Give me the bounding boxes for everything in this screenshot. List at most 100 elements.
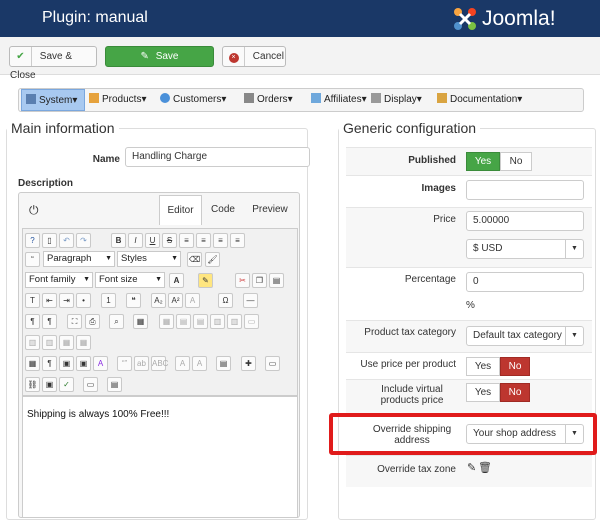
- text-color-icon[interactable]: A: [169, 273, 184, 288]
- align-center-icon[interactable]: ≡: [196, 233, 211, 248]
- table-props-icon[interactable]: ▦: [59, 335, 74, 350]
- strikethrough-icon[interactable]: S: [162, 233, 177, 248]
- tab-code[interactable]: Code: [204, 195, 242, 225]
- new-document-icon[interactable]: ▯: [42, 233, 57, 248]
- edit-icon[interactable]: ✎: [467, 461, 476, 474]
- highlight-icon[interactable]: ✎: [198, 273, 213, 288]
- menu-products[interactable]: Products▾: [89, 89, 147, 111]
- table-col-before-icon[interactable]: ▥: [210, 314, 225, 329]
- published-yes-toggle[interactable]: Yes: [466, 152, 500, 171]
- superscript-icon[interactable]: A²: [168, 293, 183, 308]
- template-icon[interactable]: ▭: [83, 377, 98, 392]
- menu-documentation[interactable]: Documentation▾: [437, 89, 522, 111]
- include-virtual-no-toggle[interactable]: No: [500, 383, 530, 402]
- link-icon[interactable]: ⛓: [25, 377, 40, 392]
- attributes-icon[interactable]: ▤: [216, 356, 231, 371]
- menu-affiliates[interactable]: Affiliates▾: [311, 89, 367, 111]
- insert-text-icon[interactable]: A: [192, 356, 207, 371]
- quote-icon[interactable]: “: [25, 252, 40, 267]
- images-input[interactable]: [466, 180, 584, 200]
- insert-layer-icon[interactable]: ✚: [241, 356, 256, 371]
- bold-icon[interactable]: B: [111, 233, 126, 248]
- show-blocks-icon[interactable]: ¶: [42, 356, 57, 371]
- currency-select[interactable]: $ USD ▼: [466, 239, 584, 259]
- align-left-icon[interactable]: ≡: [230, 233, 245, 248]
- horizontal-rule-icon[interactable]: —: [243, 293, 258, 308]
- menu-display[interactable]: Display▾: [371, 89, 422, 111]
- hikashop-menu: System▾ Products▾ Customers▾ Orders▾ Aff…: [18, 88, 584, 112]
- image-icon[interactable]: ▣: [59, 356, 74, 371]
- bullet-list-icon[interactable]: •: [76, 293, 91, 308]
- wrench-icon: [26, 94, 36, 104]
- menu-customers[interactable]: Customers▾: [160, 89, 226, 111]
- indent-icon[interactable]: ⇥: [59, 293, 74, 308]
- table-split-icon[interactable]: ▥: [25, 335, 40, 350]
- published-no-toggle[interactable]: No: [500, 152, 532, 171]
- include-virtual-yes-toggle[interactable]: Yes: [466, 383, 500, 402]
- print-icon[interactable]: ⎙: [85, 314, 100, 329]
- styles-select[interactable]: Styles ▼: [117, 251, 181, 267]
- rtl-icon[interactable]: ¶: [42, 314, 57, 329]
- cite-icon[interactable]: “”: [117, 356, 132, 371]
- search-icon[interactable]: ⌕: [109, 314, 124, 329]
- editor-content-area[interactable]: Shipping is always 100% Free!!!: [22, 396, 298, 518]
- table-cell-icon[interactable]: ▦: [76, 335, 91, 350]
- non-breaking-icon[interactable]: ▭: [265, 356, 280, 371]
- tax-category-select[interactable]: Default tax category ▼: [466, 326, 584, 346]
- underline-icon[interactable]: U: [145, 233, 160, 248]
- tab-preview[interactable]: Preview: [247, 195, 293, 225]
- menu-system[interactable]: System▾: [21, 89, 85, 111]
- fullscreen-icon[interactable]: ⛶: [67, 314, 82, 329]
- numbered-list-icon[interactable]: 1: [101, 293, 116, 308]
- unlink-icon[interactable]: ▣: [42, 377, 57, 392]
- undo-icon[interactable]: ↶: [59, 233, 74, 248]
- table-row-after-icon[interactable]: ▤: [193, 314, 208, 329]
- acronym-icon[interactable]: ABC: [151, 356, 168, 371]
- spellcheck-icon[interactable]: ✓: [59, 377, 74, 392]
- media-icon[interactable]: ▣: [76, 356, 91, 371]
- redo-icon[interactable]: ↷: [76, 233, 91, 248]
- font-case-icon[interactable]: A: [185, 293, 200, 308]
- outdent-icon[interactable]: ⇤: [42, 293, 57, 308]
- blockquote-icon[interactable]: ❝: [126, 293, 141, 308]
- italic-icon[interactable]: I: [128, 233, 143, 248]
- save-close-button[interactable]: ✔ Save & Close: [9, 46, 97, 81]
- table-row-before-icon[interactable]: ▤: [176, 314, 191, 329]
- price-input[interactable]: 5.00000: [466, 211, 584, 231]
- trash-icon[interactable]: 🗑: [478, 461, 492, 474]
- readmore-icon[interactable]: ▤: [107, 377, 122, 392]
- help-icon[interactable]: ?: [25, 233, 40, 248]
- paragraph-select[interactable]: Paragraph ▼: [43, 251, 115, 267]
- ltr-icon[interactable]: ¶: [25, 314, 40, 329]
- menu-orders[interactable]: Orders▾: [244, 89, 293, 111]
- subscript-icon[interactable]: A₂: [151, 293, 166, 308]
- percentage-input[interactable]: 0: [466, 272, 584, 292]
- special-char-icon[interactable]: Ω: [218, 293, 233, 308]
- table-icon[interactable]: ▦: [133, 314, 148, 329]
- eraser-icon[interactable]: ⌫: [187, 252, 202, 267]
- font-size-select[interactable]: Font size ▼: [95, 272, 165, 288]
- save-button[interactable]: ✎ Save: [105, 46, 214, 67]
- copy-icon[interactable]: ❐: [252, 273, 267, 288]
- table-delete-icon[interactable]: ▦: [159, 314, 174, 329]
- paste-text-icon[interactable]: T: [25, 293, 40, 308]
- table-delete-row-icon[interactable]: ▭: [244, 314, 259, 329]
- align-right-icon[interactable]: ≡: [213, 233, 228, 248]
- align-justify-icon[interactable]: ≡: [179, 233, 194, 248]
- abbr-icon[interactable]: ab: [134, 356, 149, 371]
- paste-icon[interactable]: ▤: [269, 273, 284, 288]
- tab-editor[interactable]: Editor: [159, 195, 202, 225]
- use-price-yes-toggle[interactable]: Yes: [466, 357, 500, 376]
- visual-aid-icon[interactable]: ▦: [25, 356, 40, 371]
- delete-text-icon[interactable]: A: [175, 356, 190, 371]
- power-icon[interactable]: ⏻: [29, 203, 39, 218]
- styleprops-icon[interactable]: A: [93, 356, 108, 371]
- cancel-button[interactable]: × Cancel: [222, 46, 286, 67]
- name-input[interactable]: Handling Charge: [125, 147, 310, 167]
- use-price-no-toggle[interactable]: No: [500, 357, 530, 376]
- format-painter-icon[interactable]: 🖌: [205, 252, 220, 267]
- cut-icon[interactable]: ✂: [235, 273, 250, 288]
- table-col-after-icon[interactable]: ▥: [227, 314, 242, 329]
- table-merge-icon[interactable]: ▥: [42, 335, 57, 350]
- font-family-select[interactable]: Font family ▼: [25, 272, 93, 288]
